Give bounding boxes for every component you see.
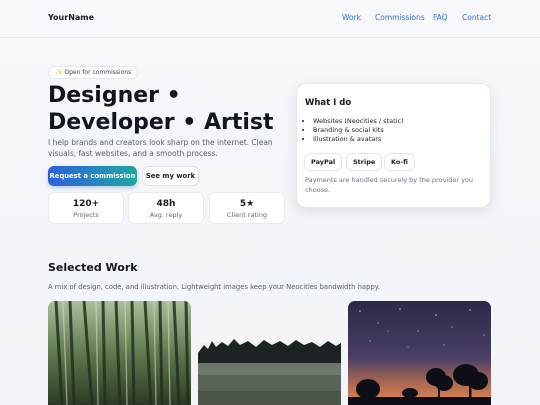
stat-label: Projects xyxy=(73,211,99,219)
stat-label: Client rating xyxy=(226,211,268,219)
stat-client-rating: 5★ Client rating xyxy=(209,192,285,224)
stat-avg-reply: 48h Avg. reply xyxy=(128,192,204,224)
brand-name[interactable]: YourName xyxy=(48,13,94,22)
nav-link-commissions[interactable]: Commissions xyxy=(375,13,425,22)
top-navigation-bar: YourName Work Commissions FAQ Contact xyxy=(0,0,540,38)
bamboo-forest-image[interactable] xyxy=(48,301,191,405)
misty-treeline-field-image[interactable] xyxy=(198,301,341,405)
nav-link-faq[interactable]: FAQ xyxy=(433,13,448,22)
request-commission-button[interactable]: Request a commission xyxy=(48,166,137,186)
stat-projects: 120+ Projects xyxy=(48,192,124,224)
stat-value: 120+ xyxy=(72,199,100,209)
stat-label: Avg. reply xyxy=(149,211,183,219)
stat-value: 48h xyxy=(156,199,176,209)
list-item: Illustration & avatars xyxy=(313,135,404,144)
hero-subtitle: I help brands and creators look sharp on… xyxy=(48,138,273,158)
list-item: Branding & social kits xyxy=(313,126,404,135)
list-item: Websites (Neocities / static) xyxy=(313,117,404,126)
stat-value: 5★ xyxy=(239,199,255,209)
nav-link-work[interactable]: Work xyxy=(342,13,361,22)
services-list: Websites (Neocities / static) Branding &… xyxy=(313,117,404,144)
availability-badge: ✨ Open for commissions xyxy=(48,66,139,79)
hero-title: Designer • Developer • Artist xyxy=(48,83,274,135)
night-sky-trees-image[interactable] xyxy=(348,301,491,405)
paypal-button[interactable]: PayPal xyxy=(304,153,343,171)
payments-note: Payments are handled securely by the pro… xyxy=(305,176,474,194)
see-my-work-button[interactable]: See my work xyxy=(142,166,199,186)
services-card-title: What I do xyxy=(305,98,352,108)
services-card: What I do Websites (Neocities / static) … xyxy=(296,83,491,208)
selected-work-subtitle: A mix of design, code, and illustration.… xyxy=(48,283,380,291)
kofi-button[interactable]: Ko-fi xyxy=(384,153,415,171)
nav-link-contact[interactable]: Contact xyxy=(462,13,491,22)
stripe-button[interactable]: Stripe xyxy=(346,153,383,171)
selected-work-title: Selected Work xyxy=(48,261,138,274)
